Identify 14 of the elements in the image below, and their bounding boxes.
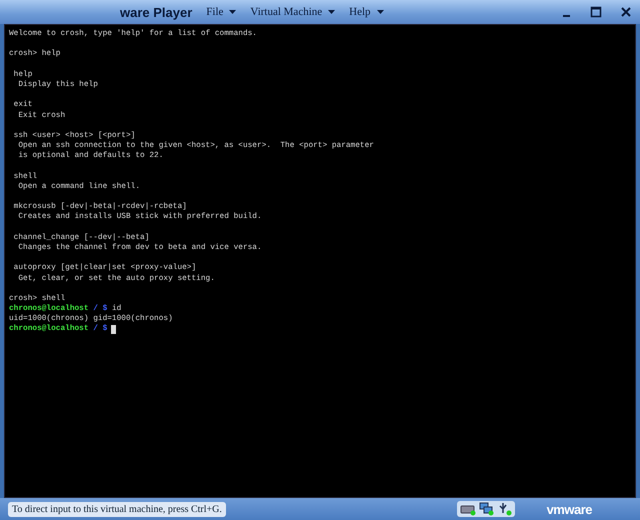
network-icon[interactable] xyxy=(478,502,494,516)
logo: vmware xyxy=(546,502,592,516)
caret-icon xyxy=(229,10,236,14)
maximize-icon xyxy=(590,6,602,18)
caret-icon xyxy=(328,10,336,14)
window-title: ware Player xyxy=(120,4,192,20)
caret-icon xyxy=(376,10,384,14)
close-icon xyxy=(620,6,632,18)
maximize-button[interactable] xyxy=(588,4,604,20)
status-message: To direct input to this virtual machine, press Ctrl+G. xyxy=(8,502,226,516)
menu-item[interactable]: Virtual Machine xyxy=(250,6,336,18)
menu-item[interactable]: File xyxy=(206,6,236,18)
minimize-icon xyxy=(562,15,570,17)
menu-item[interactable]: Help xyxy=(349,6,384,18)
